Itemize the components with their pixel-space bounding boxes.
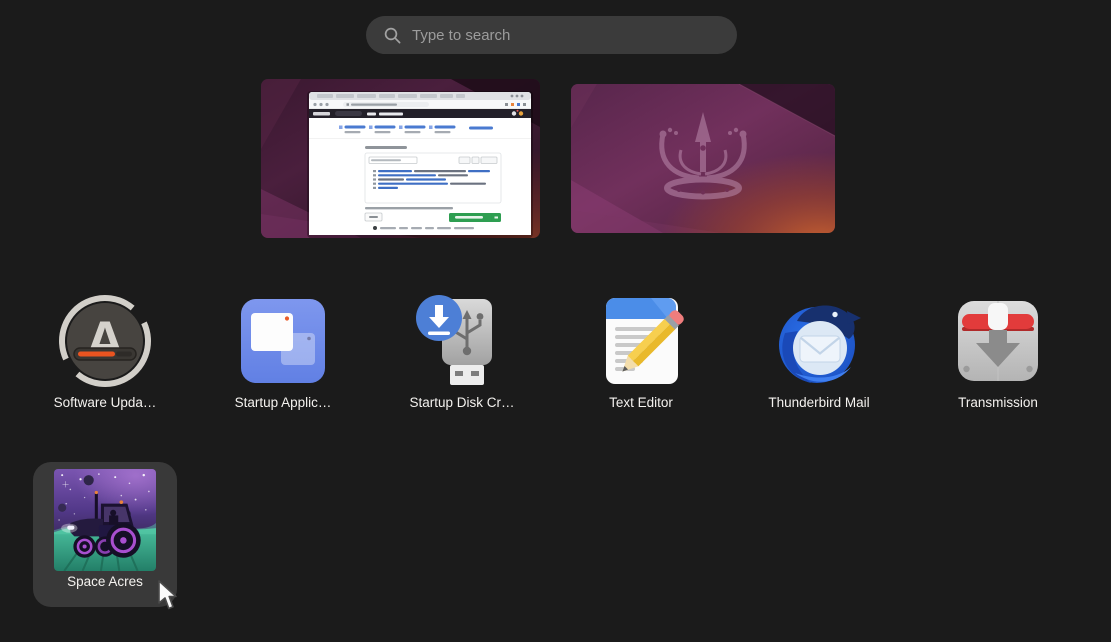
app-label: Transmission	[906, 395, 1090, 410]
app-space-acres[interactable]: Space Acres	[33, 462, 177, 607]
thunderbird-mail-icon	[771, 293, 867, 389]
app-text-editor[interactable]: Text Editor	[569, 287, 713, 432]
space-acres-icon	[54, 469, 156, 571]
transmission-icon	[950, 293, 1046, 389]
workspace-thumbnail-1[interactable]	[261, 79, 540, 238]
search-icon	[384, 27, 401, 44]
activities-overview: Type to search	[0, 0, 1111, 642]
startup-disk-creator-icon	[414, 293, 510, 389]
app-transmission[interactable]: Transmission	[926, 287, 1070, 432]
text-editor-icon	[593, 293, 689, 389]
app-thunderbird-mail[interactable]: Thunderbird Mail	[747, 287, 891, 432]
app-label: Thunderbird Mail	[727, 395, 911, 410]
app-label: Software Upda…	[13, 395, 197, 410]
app-software-updater[interactable]: A Software Upda…	[33, 287, 177, 432]
svg-text:A: A	[85, 309, 125, 372]
app-startup-disk-creator[interactable]: Startup Disk Cr…	[390, 287, 534, 432]
app-label: Text Editor	[549, 395, 733, 410]
app-label: Startup Applic…	[191, 395, 375, 410]
search-placeholder: Type to search	[412, 27, 510, 44]
software-updater-icon: A	[57, 293, 153, 389]
workspace-preview-browser	[261, 79, 540, 238]
app-label: Space Acres	[13, 574, 197, 589]
workspace-preview-desktop	[571, 84, 835, 233]
search-bar[interactable]: Type to search	[366, 16, 737, 54]
app-startup-applications[interactable]: Startup Applic…	[211, 287, 355, 432]
app-label: Startup Disk Cr…	[370, 395, 554, 410]
workspace-thumbnail-2[interactable]	[571, 84, 835, 233]
startup-applications-icon	[235, 293, 331, 389]
